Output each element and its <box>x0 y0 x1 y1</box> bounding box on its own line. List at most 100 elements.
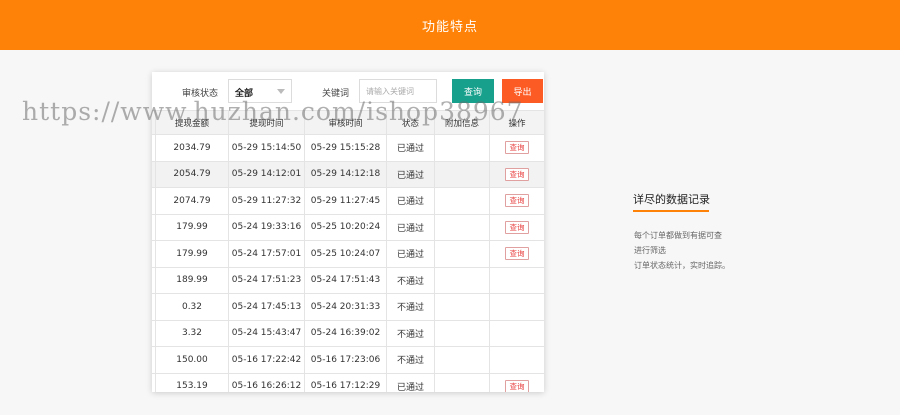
cell-review-time: 05-16 17:23:06 <box>305 347 387 373</box>
cell-review-time: 05-25 10:24:07 <box>305 241 387 267</box>
status-select-value: 全部 <box>235 89 254 99</box>
cell-withdraw-time: 05-24 17:57:01 <box>229 241 305 267</box>
cell-extra-info <box>435 347 490 373</box>
query-button[interactable]: 查询 <box>452 79 494 103</box>
table-row: 150.00 05-16 17:22:42 05-16 17:23:06 不通过 <box>152 347 544 374</box>
cell-amount: 179.99 <box>156 214 229 240</box>
cell-withdraw-time: 05-29 11:27:32 <box>229 188 305 214</box>
table-row: 0.32 05-24 17:45:13 05-24 20:31:33 不通过 <box>152 294 544 321</box>
chevron-down-icon <box>277 89 285 94</box>
cell-withdraw-time: 05-24 19:33:16 <box>229 214 305 240</box>
cell-action <box>490 347 544 373</box>
cell-status: 不通过 <box>387 320 435 346</box>
cell-review-time: 05-29 14:12:18 <box>305 161 387 187</box>
table-row: 179.99 05-24 17:57:01 05-25 10:24:07 已通过 查询 <box>152 241 544 268</box>
cell-review-time: 05-25 10:20:24 <box>305 214 387 240</box>
cell-amount: 0.32 <box>156 294 229 320</box>
keyword-label: 关键词 <box>322 89 350 99</box>
row-query-button[interactable]: 查询 <box>505 141 529 155</box>
cell-extra-info <box>435 161 490 187</box>
cell-status: 已通过 <box>387 373 435 392</box>
cell-withdraw-time: 05-24 17:51:23 <box>229 267 305 293</box>
cell-action <box>490 294 544 320</box>
cell-amount: 179.99 <box>156 241 229 267</box>
cell-status: 不通过 <box>387 347 435 373</box>
export-button[interactable]: 导出 <box>502 79 543 103</box>
cell-withdraw-time: 05-29 14:12:01 <box>229 161 305 187</box>
cell-amount: 2034.79 <box>156 135 229 161</box>
row-query-button[interactable]: 查询 <box>505 379 529 392</box>
status-select[interactable]: 全部 <box>228 79 292 103</box>
cell-review-time: 05-29 11:27:45 <box>305 188 387 214</box>
table-row: 189.99 05-24 17:51:23 05-24 17:51:43 不通过 <box>152 267 544 294</box>
cell-status: 已通过 <box>387 241 435 267</box>
row-query-button[interactable]: 查询 <box>505 194 529 208</box>
cell-review-time: 05-24 16:39:02 <box>305 320 387 346</box>
feature-desc-line-1: 每个订单都做到有据可查 <box>634 231 722 240</box>
table-row: 179.99 05-24 19:33:16 05-25 10:20:24 已通过 查询 <box>152 214 544 241</box>
cell-withdraw-time: 05-24 15:43:47 <box>229 320 305 346</box>
cell-withdraw-time: 05-29 15:14:50 <box>229 135 305 161</box>
cell-amount: 3.32 <box>156 320 229 346</box>
header-bar: 功能特点 <box>0 0 900 50</box>
cell-amount: 2074.79 <box>156 188 229 214</box>
cell-extra-info <box>435 267 490 293</box>
cell-amount: 2054.79 <box>156 161 229 187</box>
status-filter-label: 审核状态 <box>182 89 219 99</box>
filter-bar: 审核状态 全部 关键词 查询 导出 <box>152 72 544 110</box>
cell-extra-info <box>435 188 490 214</box>
cell-extra-info <box>435 214 490 240</box>
page-title: 功能特点 <box>421 19 478 35</box>
cell-amount: 153.19 <box>156 373 229 392</box>
cell-extra-info <box>435 135 490 161</box>
cell-extra-info <box>435 241 490 267</box>
cell-review-time: 05-16 17:12:29 <box>305 373 387 392</box>
cell-review-time: 05-24 17:51:43 <box>305 267 387 293</box>
cell-withdraw-time: 05-24 17:45:13 <box>229 294 305 320</box>
cell-review-time: 05-24 20:31:33 <box>305 294 387 320</box>
cell-extra-info <box>435 320 490 346</box>
header-action: 操作 <box>508 118 526 129</box>
feature-desc-line-2: 进行筛选 <box>634 246 666 255</box>
cell-withdraw-time: 05-16 16:26:12 <box>229 373 305 392</box>
cell-status: 不通过 <box>387 267 435 293</box>
header-status: 状态 <box>387 111 435 134</box>
cell-extra-info <box>435 294 490 320</box>
cell-amount: 189.99 <box>156 267 229 293</box>
header-withdraw-time: 提现时间 <box>229 111 305 134</box>
cell-amount: 150.00 <box>156 347 229 373</box>
cell-status: 已通过 <box>387 188 435 214</box>
cell-status: 已通过 <box>387 161 435 187</box>
table-row: 3.32 05-24 15:43:47 05-24 16:39:02 不通过 <box>152 320 544 347</box>
cell-action <box>490 268 544 294</box>
withdraw-record-panel: 审核状态 全部 关键词 查询 导出 提现金额 提现时间 审核时间 状态 附加信息… <box>152 72 544 392</box>
cell-action <box>490 321 544 347</box>
row-query-button[interactable]: 查询 <box>505 167 529 181</box>
row-query-button[interactable]: 查询 <box>505 247 529 261</box>
feature-title-underline <box>633 210 709 212</box>
header-review-time: 审核时间 <box>305 111 387 134</box>
row-query-button[interactable]: 查询 <box>505 220 529 234</box>
table-row: 2074.79 05-29 11:27:32 05-29 11:27:45 已通过 查询 <box>152 188 544 215</box>
table-header-row: 提现金额 提现时间 审核时间 状态 附加信息 操作 <box>152 110 544 135</box>
header-extra-info: 附加信息 <box>435 111 490 134</box>
header-amount: 提现金额 <box>156 111 229 134</box>
table-row: 2054.79 05-29 14:12:01 05-29 14:12:18 已通过 查询 <box>152 161 544 188</box>
cell-action: 查询 <box>490 374 544 392</box>
cell-status: 已通过 <box>387 214 435 240</box>
cell-withdraw-time: 05-16 17:22:42 <box>229 347 305 373</box>
cell-status: 不通过 <box>387 294 435 320</box>
cell-extra-info <box>435 373 490 392</box>
feature-title: 详尽的数据记录 <box>633 193 710 206</box>
records-table: 提现金额 提现时间 审核时间 状态 附加信息 操作 2034.79 05-29 1… <box>152 110 544 392</box>
cell-action: 查询 <box>490 215 544 241</box>
table-body: 2034.79 05-29 15:14:50 05-29 15:15:28 已通过 查询… <box>152 135 544 392</box>
cell-action: 查询 <box>490 241 544 267</box>
table-row: 153.19 05-16 16:26:12 05-16 17:12:29 已通过 查询 <box>152 373 544 392</box>
cell-action: 查询 <box>490 135 544 161</box>
cell-status: 已通过 <box>387 135 435 161</box>
cell-action: 查询 <box>490 162 544 188</box>
keyword-input[interactable] <box>359 79 437 103</box>
table-row: 2034.79 05-29 15:14:50 05-29 15:15:28 已通过 查询 <box>152 135 544 162</box>
cell-review-time: 05-29 15:15:28 <box>305 135 387 161</box>
